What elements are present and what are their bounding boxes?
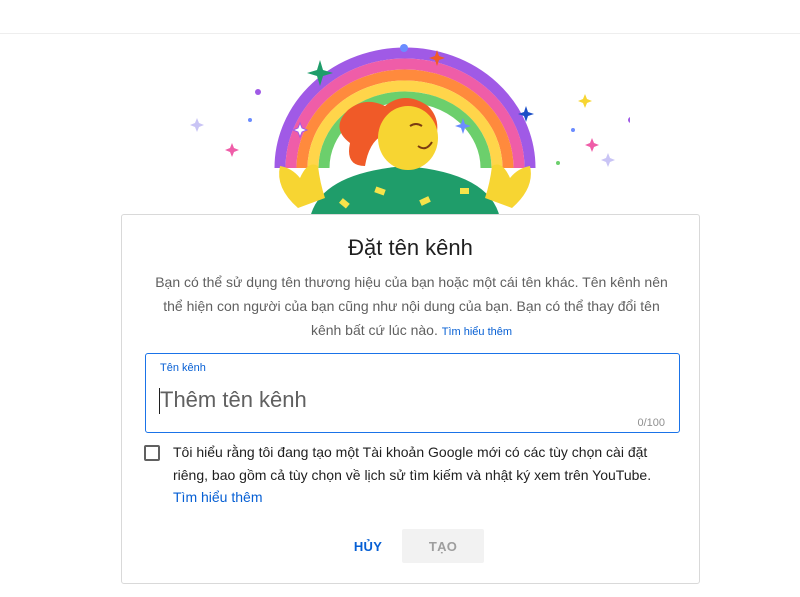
channel-name-label: Tên kênh [160, 362, 206, 374]
learn-more-link[interactable]: Tìm hiểu thêm [442, 326, 512, 338]
character-counter: 0/100 [637, 417, 665, 429]
cancel-button[interactable]: HỦY [348, 530, 388, 562]
create-channel-dialog: Đặt tên kênh Bạn có thể sử dụng tên thươ… [121, 214, 700, 584]
top-divider [0, 33, 800, 34]
channel-name-input[interactable] [158, 384, 660, 416]
create-button[interactable]: TẠO [402, 529, 484, 563]
description-text: Bạn có thể sử dụng tên thương hiệu của b… [155, 274, 668, 338]
rainbow-illustration [190, 44, 630, 218]
consent-text: Tôi hiểu rằng tôi đang tạo một Tài khoản… [173, 444, 652, 483]
text-caret [159, 388, 160, 414]
channel-name-field[interactable]: Tên kênh 0/100 [145, 353, 680, 433]
dialog-title: Đặt tên kênh [348, 235, 473, 260]
consent-learn-more-link[interactable]: Tìm hiểu thêm [173, 489, 262, 505]
consent-checkbox[interactable] [144, 445, 160, 461]
dialog-description: Bạn có thể sử dụng tên thương hiệu của b… [148, 270, 675, 344]
